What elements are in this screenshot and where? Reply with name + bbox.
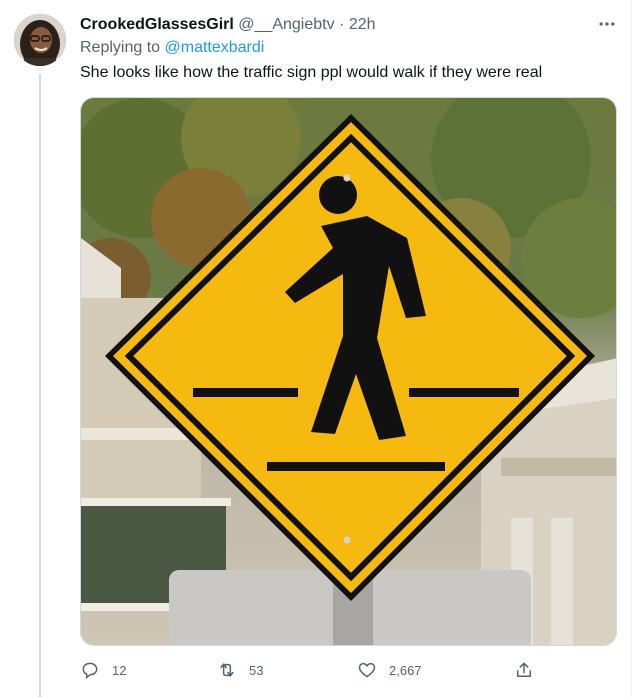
tweet-text: She looks like how the traffic sign ppl …	[80, 64, 543, 81]
share-icon	[514, 660, 534, 680]
replying-prefix: Replying to	[80, 39, 161, 56]
replying-to: Replying to @mattexbardi	[80, 37, 264, 59]
tweet-time[interactable]: 22h	[349, 16, 376, 33]
retweet-button[interactable]: 53	[217, 656, 263, 684]
separator-dot: ·	[339, 16, 345, 33]
like-count: 2,667	[389, 662, 422, 678]
user-handle[interactable]: @__Angiebtv	[238, 16, 334, 33]
share-button[interactable]	[514, 656, 534, 684]
reply-count: 12	[112, 662, 127, 678]
tweet-card[interactable]: CrookedGlassesGirl @__Angiebtv · 22h Rep…	[0, 0, 632, 697]
thread-line	[39, 74, 41, 697]
mention-link[interactable]: @mattexbardi	[165, 39, 265, 56]
tweet-header: CrookedGlassesGirl @__Angiebtv · 22h	[80, 14, 591, 36]
tweet-photo[interactable]	[80, 97, 617, 646]
tweet-actions: 12 53 2,667	[80, 656, 540, 684]
retweet-icon	[217, 660, 237, 680]
retweet-count: 53	[249, 662, 264, 678]
reply-icon	[80, 660, 100, 680]
avatar[interactable]	[14, 14, 66, 66]
display-name[interactable]: CrookedGlassesGirl	[80, 16, 234, 33]
heart-icon	[357, 660, 377, 680]
reply-button[interactable]: 12	[80, 656, 126, 684]
like-button[interactable]: 2,667	[357, 656, 422, 684]
more-icon[interactable]	[595, 12, 619, 36]
